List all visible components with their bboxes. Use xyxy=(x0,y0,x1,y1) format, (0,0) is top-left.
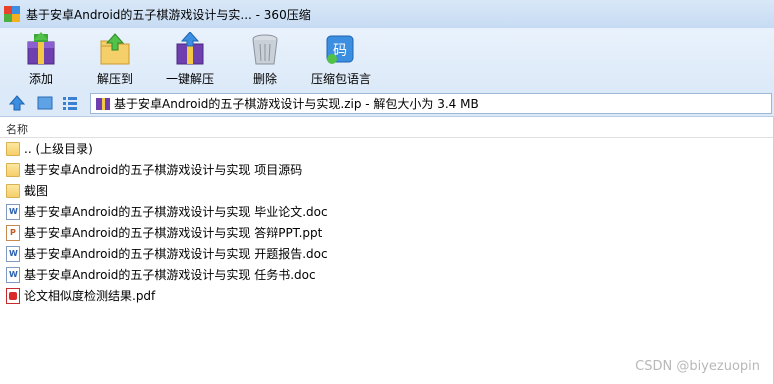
list-item[interactable]: 基于安卓Android的五子棋游戏设计与实现 毕业论文.doc xyxy=(0,201,774,222)
list-item[interactable]: 论文相似度检测结果.pdf xyxy=(0,285,774,306)
file-list: .. (上级目录) 基于安卓Android的五子棋游戏设计与实现 项目源码 截图… xyxy=(0,138,774,306)
column-header-name[interactable]: 名称 xyxy=(6,121,28,137)
list-item[interactable]: 基于安卓Android的五子棋游戏设计与实现 项目源码 xyxy=(0,159,774,180)
path-text: 基于安卓Android的五子棋游戏设计与实现.zip - 解包大小为 3.4 M… xyxy=(114,97,479,111)
word-document-icon xyxy=(6,203,20,220)
list-item[interactable]: 基于安卓Android的五子棋游戏设计与实现 任务书.doc xyxy=(0,264,774,285)
extract-to-label: 解压到 xyxy=(96,72,133,86)
add-label: 添加 xyxy=(28,72,53,86)
file-name: 基于安卓Android的五子棋游戏设计与实现 任务书.doc xyxy=(24,268,316,282)
watermark: CSDN @biyezuopin xyxy=(635,359,760,374)
word-document-icon xyxy=(6,245,20,262)
title-bar: 基于安卓Android的五子棋游戏设计与实... - 360压缩 xyxy=(0,0,774,28)
one-click-extract-label: 一键解压 xyxy=(165,72,214,86)
list-item[interactable]: 基于安卓Android的五子棋游戏设计与实现 开题报告.doc xyxy=(0,243,774,264)
list-item[interactable]: 截图 xyxy=(0,180,774,201)
add-button[interactable]: 添加 xyxy=(20,30,62,88)
archive-language-button[interactable]: 码 压缩包语言 xyxy=(310,30,372,88)
pdf-icon xyxy=(6,287,20,304)
file-name: 基于安卓Android的五子棋游戏设计与实现 项目源码 xyxy=(24,163,303,177)
file-name: .. (上级目录) xyxy=(24,142,93,156)
list-item[interactable]: 基于安卓Android的五子棋游戏设计与实现 答辩PPT.ppt xyxy=(0,222,774,243)
powerpoint-icon xyxy=(6,224,20,241)
file-name: 基于安卓Android的五子棋游戏设计与实现 毕业论文.doc xyxy=(24,205,328,219)
one-click-extract-button[interactable]: 一键解压 xyxy=(164,30,216,88)
list-item[interactable]: .. (上级目录) xyxy=(0,138,774,159)
delete-button[interactable]: 删除 xyxy=(247,30,283,88)
file-name: 论文相似度检测结果.pdf xyxy=(24,289,156,303)
360zip-app-icon xyxy=(4,6,20,22)
delete-label: 删除 xyxy=(252,72,277,86)
word-document-icon xyxy=(6,266,20,283)
window-title: 基于安卓Android的五子棋游戏设计与实... - 360压缩 xyxy=(26,7,311,22)
zip-archive-icon xyxy=(96,97,110,110)
extract-to-icon xyxy=(100,33,130,65)
file-name: 基于安卓Android的五子棋游戏设计与实现 答辩PPT.ppt xyxy=(24,226,323,240)
one-click-extract-icon xyxy=(176,32,204,65)
folder-icon xyxy=(6,141,20,156)
thumbnail-view-icon[interactable] xyxy=(36,94,54,112)
add-archive-icon xyxy=(27,32,55,65)
list-view-icon[interactable] xyxy=(61,94,79,112)
extract-to-button[interactable]: 解压到 xyxy=(92,30,138,88)
folder-icon xyxy=(6,183,20,198)
file-name: 截图 xyxy=(24,184,49,198)
file-name: 基于安卓Android的五子棋游戏设计与实现 开题报告.doc xyxy=(24,247,328,261)
delete-trash-icon xyxy=(252,34,278,65)
address-bar: 基于安卓Android的五子棋游戏设计与实现.zip - 解包大小为 3.4 M… xyxy=(0,90,774,117)
up-arrow-icon[interactable] xyxy=(8,94,26,112)
archive-language-label: 压缩包语言 xyxy=(310,72,371,86)
archive-language-icon: 码 xyxy=(326,35,354,64)
path-field[interactable]: 基于安卓Android的五子棋游戏设计与实现.zip - 解包大小为 3.4 M… xyxy=(90,93,772,114)
toolbar: 添加 解压到 一键解压 删除 码 压缩包语言 xyxy=(0,28,774,91)
list-header: 名称 xyxy=(0,117,774,138)
folder-icon xyxy=(6,162,20,177)
